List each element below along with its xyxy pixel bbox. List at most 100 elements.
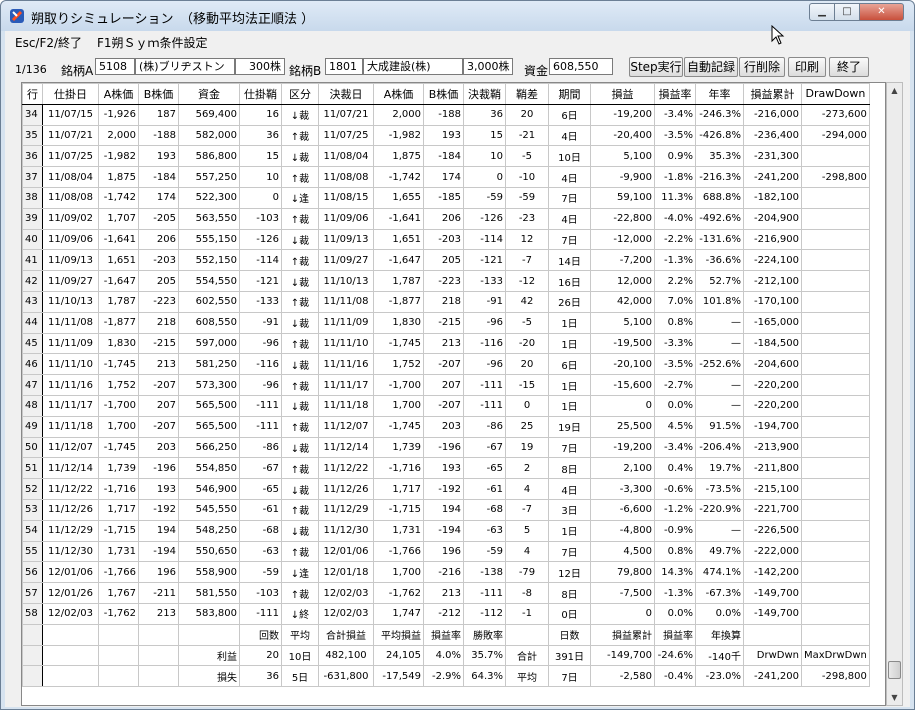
- table-row[interactable]: 48 11/11/17 -1,700 207 565,500 -111 ↓裁 11/11/18…: [22, 394, 870, 417]
- stock-b-shares-field[interactable]: 3,000株: [463, 58, 513, 75]
- table-row[interactable]: 49 11/11/18 1,700 -207 565,500 -111 ↑裁 11/12/07…: [22, 415, 870, 438]
- table-row[interactable]: 45 11/11/09 1,830 -215 597,000 -96 ↑裁 11/11/10-…: [22, 332, 870, 355]
- table-row[interactable]: 37 11/08/04 1,875 -184 557,250 10 ↑裁 11/08/08 -1…: [22, 166, 870, 188]
- table-cell: 15: [463, 124, 506, 147]
- column-header[interactable]: B株価: [423, 83, 464, 105]
- scrollbar-thumb[interactable]: [888, 661, 901, 679]
- table-cell: 利益: [178, 644, 240, 667]
- column-header[interactable]: 資金: [178, 83, 240, 105]
- stock-a-shares-field[interactable]: 300株: [235, 58, 285, 75]
- table-cell: 12/01/18: [318, 561, 374, 584]
- table-cell: 4日: [548, 124, 591, 147]
- table-row[interactable]: 40 11/09/06 -1,641 206 555,150 -126 ↓裁 11/09/13…: [22, 228, 870, 251]
- table-cell: 1,717: [373, 478, 424, 500]
- table-cell: [801, 311, 870, 334]
- table-cell: 合計損益: [318, 623, 374, 646]
- step-run-button[interactable]: Step実行: [629, 57, 683, 77]
- table-cell: -1,745: [98, 353, 139, 376]
- vertical-scrollbar[interactable]: ▲ ▼: [886, 82, 903, 706]
- table-cell: [801, 436, 870, 459]
- table-row[interactable]: 44 11/11/08 -1,877 218 608,550 -91 ↓裁 11/11/09 1…: [22, 311, 870, 334]
- table-cell: -103: [239, 582, 282, 604]
- table-cell: -1,762: [373, 582, 424, 604]
- column-header[interactable]: 決裁鞘: [463, 83, 506, 105]
- table-cell: -241,200: [743, 166, 802, 188]
- column-header[interactable]: 決裁日: [318, 83, 374, 105]
- table-row[interactable]: 58 12/02/03 -1,762 213 583,800 -111 ↓終 12/02/03…: [22, 602, 870, 625]
- table-row[interactable]: 53 11/12/26 1,717 -192 545,550 -61 ↑裁 11/12/29-…: [22, 498, 870, 521]
- table-cell: -5: [505, 145, 549, 168]
- table-row[interactable]: 56 12/01/06 -1,766 196 558,900 -59 ↓逢 12/01/18 1…: [22, 561, 870, 584]
- stock-a-name-field[interactable]: (株)ブリヂストン: [135, 58, 235, 75]
- column-header[interactable]: A株価: [98, 83, 139, 105]
- summary-row[interactable]: 利益 20 10日 482,100 24,105 4.0% 35.7% 合計 391日 -149,…: [22, 644, 870, 667]
- summary-row[interactable]: 回数 平均 合計損益 平均損益 損益率 勝敗率 日数 損益累計 損益率 年換算: [22, 623, 870, 646]
- table-cell: 1日: [548, 311, 591, 334]
- menu-exit[interactable]: Esc/F2/終了: [15, 34, 82, 51]
- delete-row-button[interactable]: 行削除: [739, 57, 785, 77]
- table-row[interactable]: 55 11/12/30 1,731 -194 550,650 -63 ↑裁 12/01/06-…: [22, 540, 870, 563]
- table-cell: -19,500: [590, 332, 655, 355]
- table-row[interactable]: 47 11/11/16 1,752 -207 573,300 -96 ↑裁 11/11/17-…: [22, 374, 870, 396]
- column-header[interactable]: 期間: [548, 83, 591, 105]
- stock-b-code-field[interactable]: 1801: [325, 58, 363, 75]
- table-cell: 12/02/03: [318, 582, 374, 604]
- table-row[interactable]: 54 11/12/29 -1,715 194 548,250 -68 ↓裁 11/12/30 1…: [22, 519, 870, 542]
- table-cell: [42, 644, 99, 667]
- stock-b-name-field[interactable]: 大成建設(株): [363, 58, 463, 75]
- maximize-button[interactable]: □: [834, 3, 860, 21]
- table-row[interactable]: 35 11/07/21 2,000 -188 582,000 36 ↑裁 11/07/25 -1…: [22, 124, 870, 147]
- column-header[interactable]: 仕掛日: [42, 83, 99, 105]
- scroll-down-icon[interactable]: ▼: [887, 690, 902, 705]
- column-header[interactable]: B株価: [138, 83, 179, 105]
- table-cell: -1,715: [98, 519, 139, 542]
- capital-field[interactable]: 608,550: [549, 58, 613, 75]
- table-row[interactable]: 43 11/10/13 1,787 -223 602,550 -133 ↑裁 11/11/08…: [22, 290, 870, 313]
- scroll-up-icon[interactable]: ▲: [887, 83, 902, 98]
- minimize-button[interactable]: ▁: [809, 3, 835, 21]
- table-cell: MaxDrwDwn: [801, 644, 870, 667]
- close-button[interactable]: ✕: [859, 3, 904, 21]
- column-header[interactable]: 年率: [695, 83, 744, 105]
- auto-record-button[interactable]: 自動記録: [684, 57, 738, 77]
- table-cell: 19日: [548, 415, 591, 438]
- column-header[interactable]: 鞘差: [505, 83, 549, 105]
- column-header[interactable]: 損益率: [654, 83, 696, 105]
- table-cell: [138, 644, 179, 667]
- print-button[interactable]: 印刷: [788, 57, 826, 77]
- table-row[interactable]: 42 11/09/27 -1,647 205 554,550 -121 ↓裁 11/10/13…: [22, 270, 870, 292]
- column-header[interactable]: 損益累計: [743, 83, 802, 105]
- results-grid[interactable]: 行仕掛日 A株価 B株価 資金 仕掛鞘 区分 決裁日 A株価 B株価 決裁鞘 鞘差 期間 損益 損益率 年率…: [21, 82, 886, 706]
- table-row[interactable]: 51 11/12/14 1,739 -196 554,850 -67 ↑裁 11/12/22-…: [22, 457, 870, 480]
- table-row[interactable]: 52 11/12/22 -1,716 193 546,900 -65 ↓裁 11/12/26 1…: [22, 478, 870, 500]
- table-row[interactable]: 34 11/07/15 -1,926 187 569,400 16 ↓裁 11/07/21 2,…: [22, 103, 870, 126]
- table-cell: -1,647: [373, 249, 424, 272]
- table-cell: -20,400: [590, 124, 655, 147]
- table-row[interactable]: 41 11/09/13 1,651 -203 552,150 -114 ↑裁 11/09/27…: [22, 249, 870, 272]
- table-row[interactable]: 39 11/09/02 1,707 -205 563,550 -103 ↑裁 11/09/06…: [22, 207, 870, 230]
- exit-button[interactable]: 終了: [829, 57, 869, 77]
- table-cell: ↓裁: [281, 228, 319, 251]
- table-row[interactable]: 36 11/07/25 -1,982 193 586,800 15 ↓裁 11/08/04 1,…: [22, 145, 870, 168]
- row-header-cell: [22, 644, 43, 667]
- table-cell: 1,752: [373, 353, 424, 376]
- column-header[interactable]: 損益: [590, 83, 655, 105]
- column-header[interactable]: 区分: [281, 83, 319, 105]
- table-cell: 213: [423, 332, 464, 355]
- table-cell: -59: [463, 186, 506, 209]
- column-header[interactable]: 行: [22, 83, 43, 105]
- summary-row[interactable]: 損失 36 5日 -631,800 -17,549 -2.9% 64.3% 平均 7日 -2,58…: [22, 665, 870, 688]
- table-row[interactable]: 46 11/11/10 -1,745 213 581,250 -116 ↓裁 11/11/16…: [22, 353, 870, 376]
- table-row[interactable]: 50 11/12/07 -1,745 203 566,250 -86 ↓裁 11/12/14 1…: [22, 436, 870, 459]
- table-cell: [801, 270, 870, 292]
- column-header[interactable]: DrawDown: [801, 83, 870, 105]
- stock-a-code-field[interactable]: 5108: [95, 58, 135, 75]
- table-row[interactable]: 38 11/08/08 -1,742 174 522,300 0 ↓逢 11/08/15 1,6…: [22, 186, 870, 209]
- table-cell: 11/12/30: [42, 540, 99, 563]
- row-header-cell: 53: [22, 498, 43, 521]
- table-row[interactable]: 57 12/01/26 1,767 -211 581,550 -103 ↑裁 12/02/03…: [22, 582, 870, 604]
- table-cell: ↓終: [281, 602, 319, 625]
- column-header[interactable]: A株価: [373, 83, 424, 105]
- menu-settings[interactable]: F1朔Ｓｙｍ条件設定: [97, 34, 208, 51]
- column-header[interactable]: 仕掛鞘: [239, 83, 282, 105]
